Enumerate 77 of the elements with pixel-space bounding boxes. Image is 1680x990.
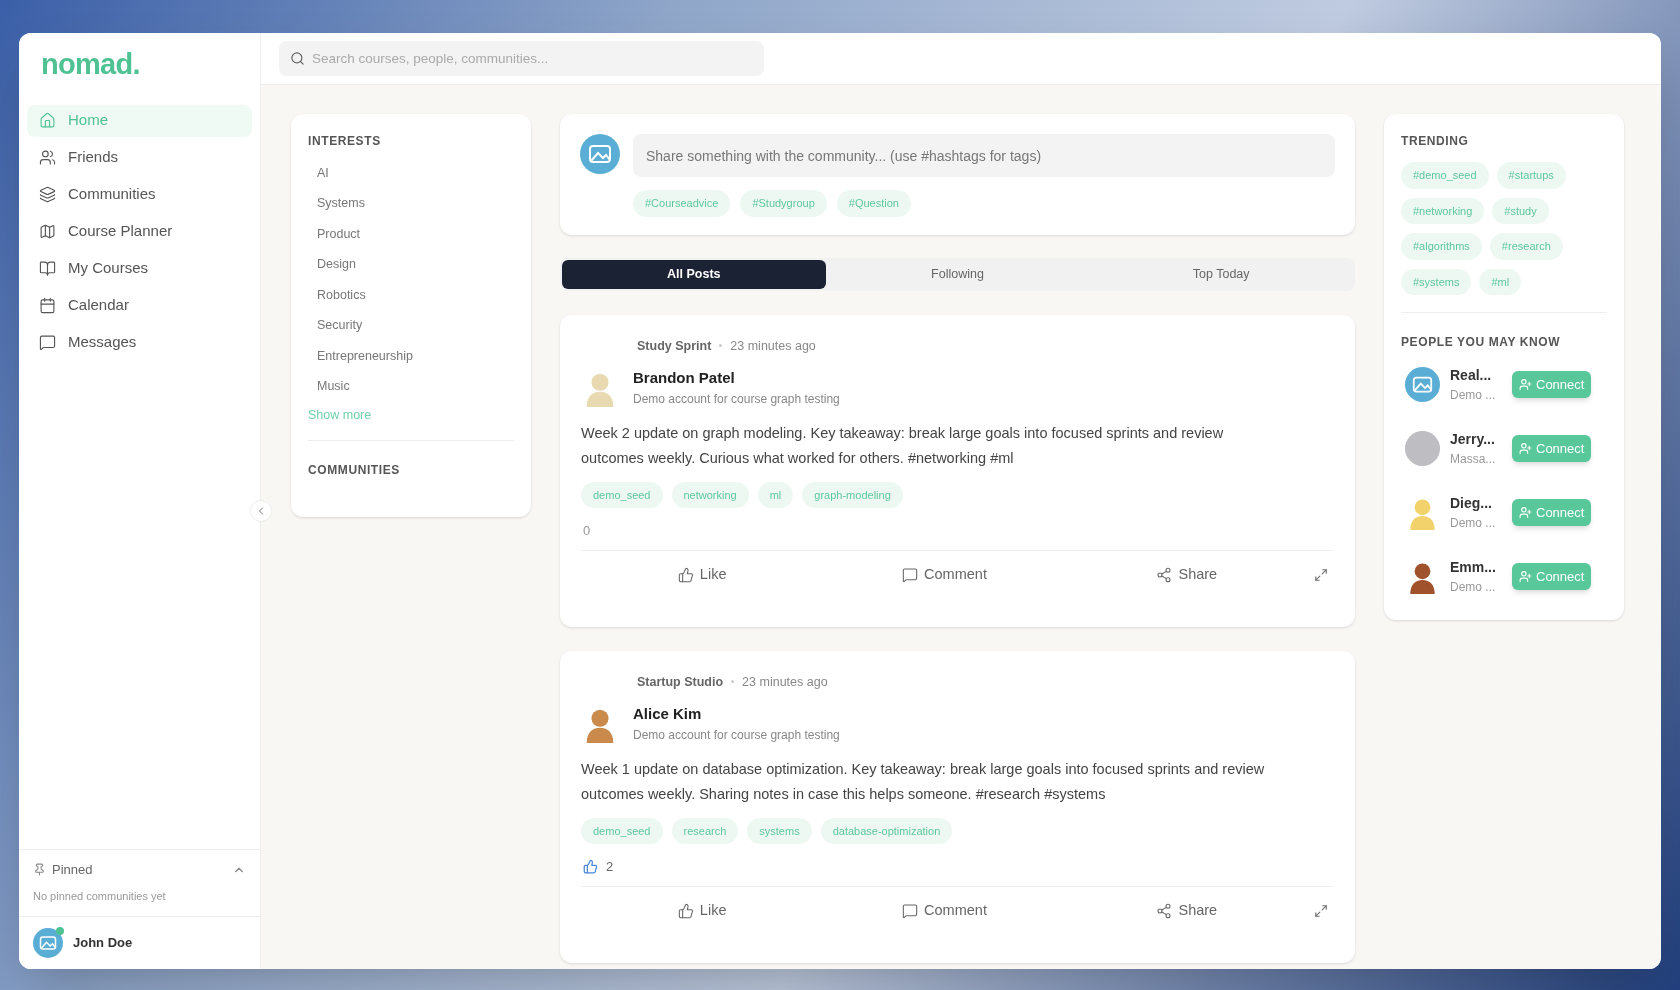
add-user-icon xyxy=(1519,506,1532,519)
empty-message: No pinned communities yet xyxy=(33,888,167,904)
post-text: Week 1 update on database optimization. Key takeaway: break large goals into focused sprints and review outcomes weekly. Sharing notes in case this helps someone. #research #systems xyxy=(581,759,1266,804)
community-name[interactable]: Study Sprint xyxy=(637,336,712,356)
post-action-button[interactable]: Comment xyxy=(823,899,1066,922)
feed-tab[interactable]: Following xyxy=(825,259,1090,289)
feed-tab[interactable]: Top Today xyxy=(1089,259,1353,289)
author-subtitle: Demo account for course graph testing xyxy=(633,726,840,744)
interest-item[interactable]: Systems xyxy=(308,188,514,219)
post-action-button[interactable]: Share xyxy=(1065,899,1308,922)
share-icon xyxy=(1156,566,1173,583)
speech-bubble-icon xyxy=(902,902,919,919)
nav-item[interactable]: My Courses xyxy=(27,252,252,285)
book-icon xyxy=(39,260,56,277)
message-icon xyxy=(39,334,56,351)
expand-icon[interactable] xyxy=(1314,903,1328,918)
pin-icon xyxy=(33,863,46,877)
thumbs-up-icon xyxy=(677,566,694,583)
interest-item[interactable]: Entrepreneurship xyxy=(308,341,514,372)
nav-item[interactable]: Calendar xyxy=(27,289,252,322)
person-name[interactable]: Real... xyxy=(1450,365,1502,386)
person-name[interactable]: Jerry... xyxy=(1450,429,1502,450)
photo-placeholder xyxy=(1405,431,1440,466)
person-subtitle: Demo ... xyxy=(1450,387,1497,404)
share-icon xyxy=(1156,902,1173,919)
person-subtitle: Demo ... xyxy=(1450,579,1497,596)
calendar-icon xyxy=(39,297,56,314)
thumbs-up-icon xyxy=(677,902,694,919)
like-count: 0 xyxy=(583,521,591,540)
post-text: Week 2 update on graph modeling. Key takeaway: break large goals into focused sprints and review outcomes weekly. Curious what worked for others. #networking #ml xyxy=(581,423,1225,468)
post-time: 23 minutes ago xyxy=(742,673,828,691)
users-icon xyxy=(39,149,56,166)
post-action-button[interactable]: Like xyxy=(581,563,824,586)
post-action-button[interactable]: Like xyxy=(581,899,824,922)
interest-item[interactable]: Product xyxy=(308,219,514,250)
user-avatar xyxy=(33,928,63,958)
person-subtitle: Demo ... xyxy=(1450,515,1497,532)
nav-item[interactable]: Messages xyxy=(27,326,252,359)
add-user-icon xyxy=(1519,442,1532,455)
post-action-button[interactable]: Comment xyxy=(823,563,1066,586)
nav-item[interactable]: Friends xyxy=(27,141,252,174)
interest-item[interactable]: AI xyxy=(308,158,514,189)
post-input-field[interactable]: Share something with the community... (use #hashtags for tags) xyxy=(633,134,1335,177)
author-name[interactable]: Alice Kim xyxy=(633,703,840,726)
speech-bubble-icon xyxy=(902,566,919,583)
author-name[interactable]: Brandon Patel xyxy=(633,367,840,390)
user-name: John Doe xyxy=(73,934,133,953)
search-icon xyxy=(290,51,305,66)
person-name[interactable]: Dieg... xyxy=(1450,493,1502,514)
nav-item[interactable]: Course Planner xyxy=(27,215,252,248)
map-icon xyxy=(39,223,56,240)
section-heading: INTERESTS xyxy=(308,133,382,150)
interest-item[interactable]: Robotics xyxy=(308,280,514,311)
interest-item[interactable]: Security xyxy=(308,310,514,341)
feed-tab[interactable]: All Posts xyxy=(562,259,826,289)
expand-icon[interactable] xyxy=(1314,567,1328,582)
home-icon xyxy=(39,112,56,129)
image-placeholder-avatar xyxy=(1405,367,1440,402)
interest-item[interactable]: Music xyxy=(308,371,514,402)
add-user-icon xyxy=(1519,570,1532,583)
user-avatar xyxy=(580,134,620,174)
search-field[interactable]: Search courses, people, communities... xyxy=(279,41,764,76)
person-subtitle: Massa... xyxy=(1450,451,1497,468)
post-action-button[interactable]: Share xyxy=(1065,563,1308,586)
pinned-heading: Pinned xyxy=(52,861,93,879)
community-name[interactable]: Startup Studio xyxy=(637,672,724,692)
interest-item[interactable]: Design xyxy=(308,249,514,280)
like-count: 2 xyxy=(606,857,614,876)
section-heading: TRENDING xyxy=(1401,133,1470,150)
person-name[interactable]: Emm... xyxy=(1450,557,1502,578)
section-heading: COMMUNITIES xyxy=(308,462,401,479)
section-heading: PEOPLE YOU MAY KNOW xyxy=(1401,334,1562,351)
post-time: 23 minutes ago xyxy=(730,337,816,355)
add-user-icon xyxy=(1519,378,1532,391)
author-subtitle: Demo account for course graph testing xyxy=(633,390,840,408)
nav-item[interactable]: Communities xyxy=(27,178,252,211)
layers-icon xyxy=(39,186,56,203)
